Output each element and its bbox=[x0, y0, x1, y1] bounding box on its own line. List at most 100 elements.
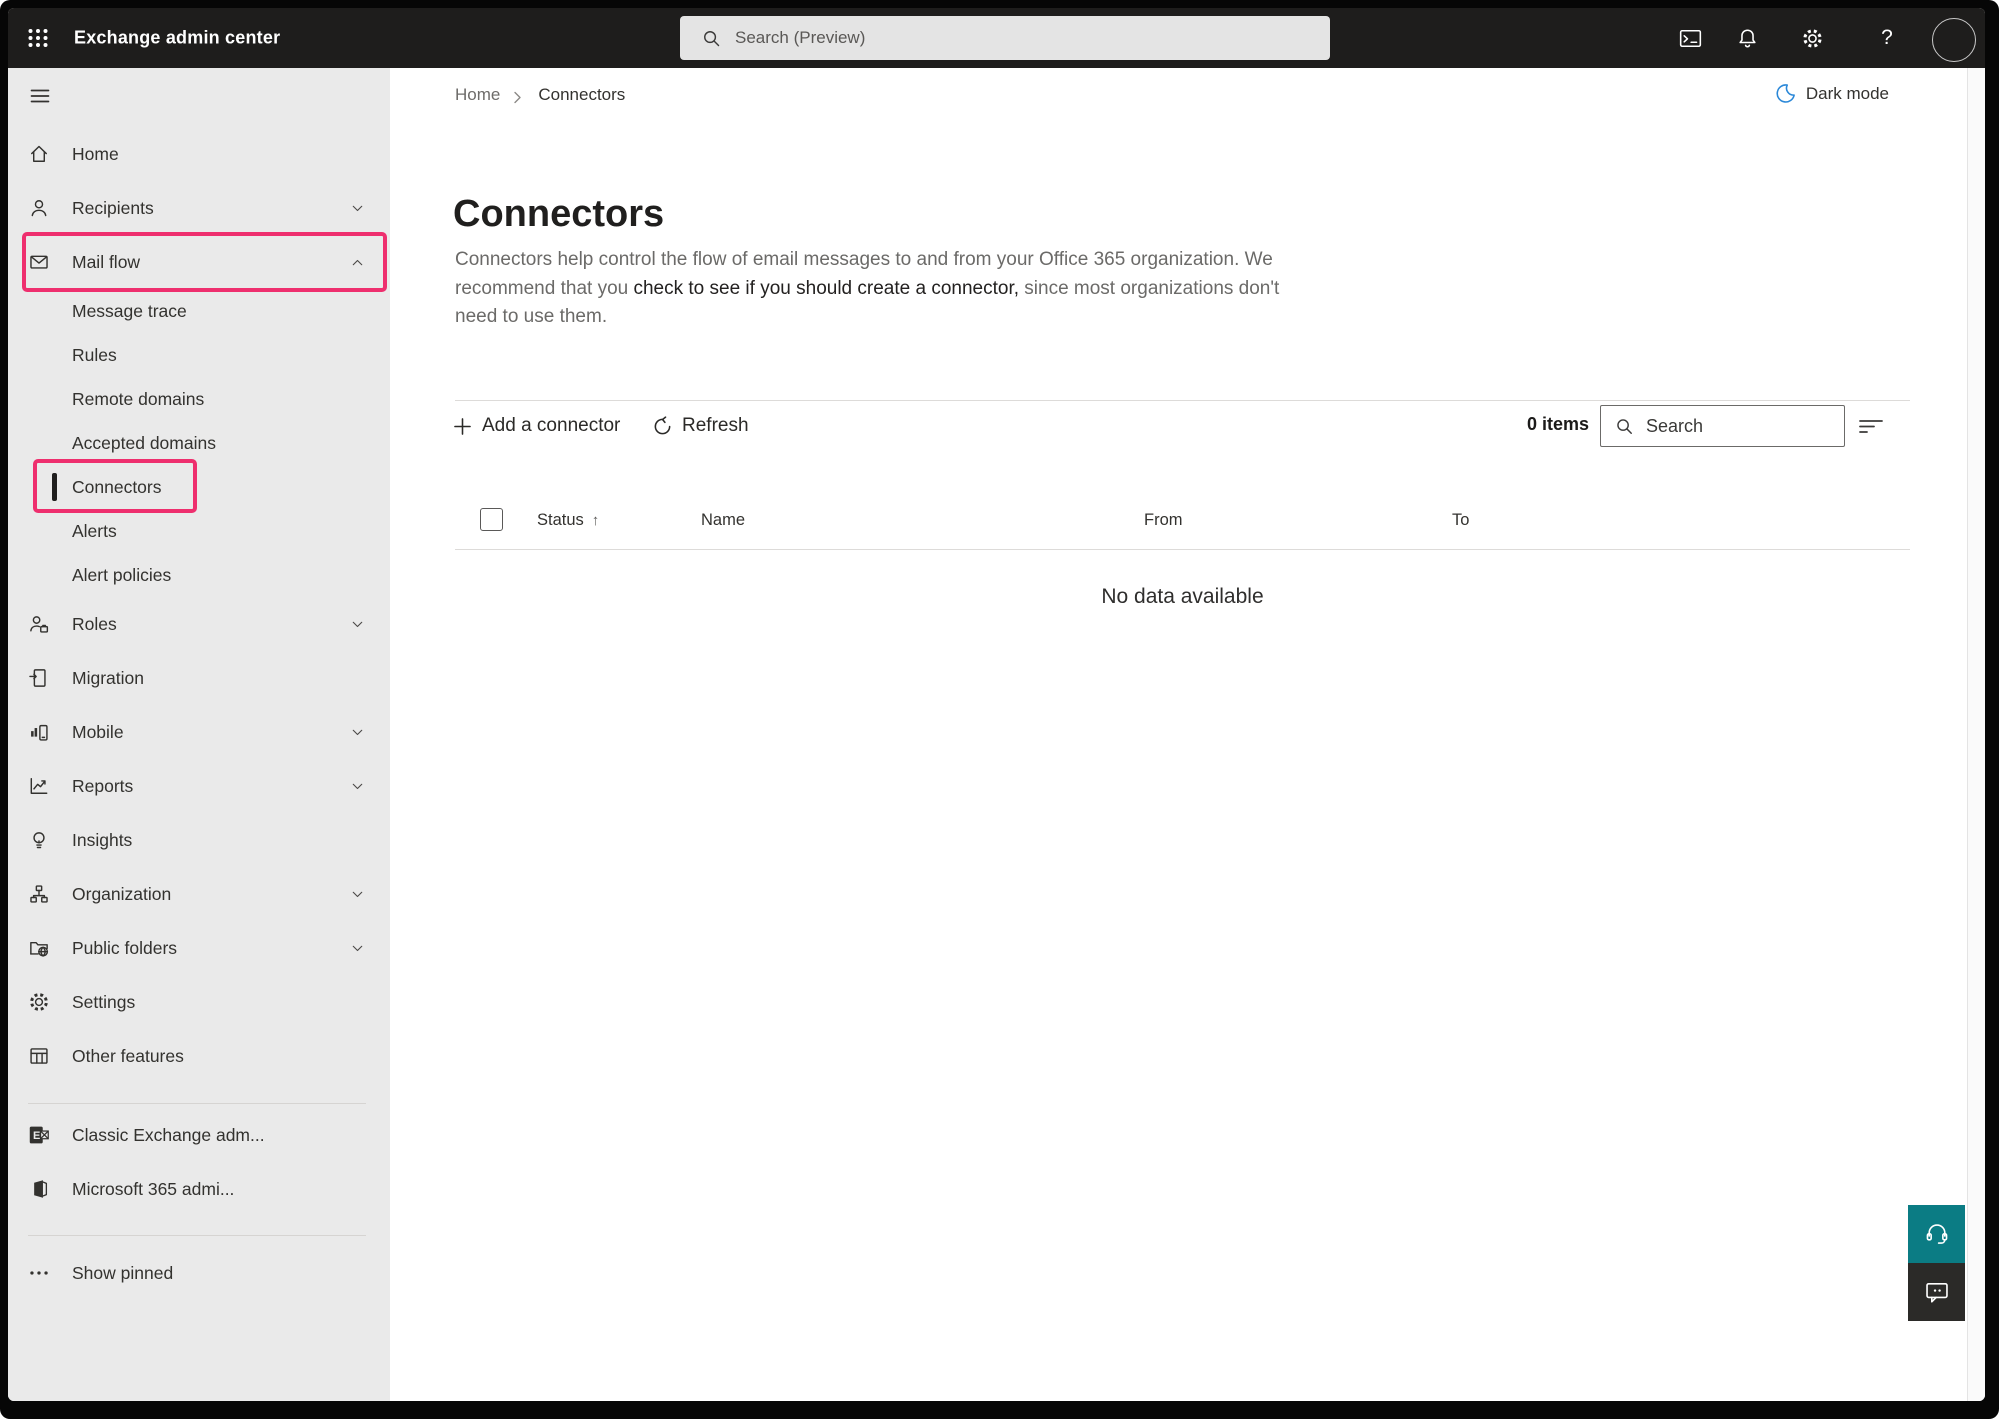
sidebar-item-rules[interactable]: Rules bbox=[8, 333, 390, 377]
add-connector-button[interactable]: Add a connector bbox=[452, 406, 620, 446]
sidebar-item-reports[interactable]: Reports bbox=[8, 759, 390, 813]
sidebar-item-label: Settings bbox=[72, 992, 135, 1013]
settings-gear-icon[interactable] bbox=[1790, 8, 1834, 68]
sidebar-item-microsoft-365-admi[interactable]: Microsoft 365 admi... bbox=[8, 1162, 390, 1216]
breadcrumb-home-link[interactable]: Home bbox=[455, 85, 500, 105]
other-features-icon bbox=[28, 1045, 50, 1067]
sidebar-item-label: Roles bbox=[72, 614, 117, 635]
sidebar-item-settings[interactable]: Settings bbox=[8, 975, 390, 1029]
screenshot-frame: Exchange admin center Search (Preview) ? bbox=[0, 0, 1999, 1419]
gear-icon bbox=[28, 991, 50, 1013]
sidebar-item-classic-exchange-adm[interactable]: E Classic Exchange adm... bbox=[8, 1108, 390, 1162]
sidebar: Home Recipients Mail flow Message trace Rule… bbox=[8, 68, 390, 1401]
m365-icon bbox=[28, 1178, 50, 1200]
sidebar-item-home[interactable]: Home bbox=[8, 127, 390, 181]
headset-icon bbox=[1924, 1221, 1950, 1247]
sidebar-item-alert-policies[interactable]: Alert policies bbox=[8, 553, 390, 597]
chevron-down-icon bbox=[349, 886, 366, 903]
sidebar-item-migration[interactable]: Migration bbox=[8, 651, 390, 705]
sidebar-item-recipients[interactable]: Recipients bbox=[8, 181, 390, 235]
home-icon bbox=[28, 143, 50, 165]
sidebar-item-label: Home bbox=[72, 144, 119, 165]
sidebar-item-label: Alert policies bbox=[72, 565, 171, 586]
sidebar-item-label: Accepted domains bbox=[72, 433, 216, 454]
chevron-down-icon bbox=[349, 940, 366, 957]
column-header-status[interactable]: Status↑ bbox=[537, 511, 599, 530]
items-count: 0 items bbox=[1527, 414, 1589, 435]
app-launcher-icon[interactable] bbox=[26, 26, 50, 50]
sidebar-item-accepted-domains[interactable]: Accepted domains bbox=[8, 421, 390, 465]
sort-ascending-icon: ↑ bbox=[592, 512, 600, 529]
global-search-box[interactable]: Search (Preview) bbox=[680, 16, 1330, 60]
roles-icon bbox=[28, 613, 50, 635]
person-icon bbox=[28, 197, 50, 219]
sidebar-item-label: Classic Exchange adm... bbox=[72, 1125, 265, 1146]
sidebar-item-connectors[interactable]: Connectors bbox=[8, 465, 390, 509]
sidebar-item-other-features[interactable]: Other features bbox=[8, 1029, 390, 1083]
sidebar-item-label: Microsoft 365 admi... bbox=[72, 1179, 234, 1200]
sidebar-item-mobile[interactable]: Mobile bbox=[8, 705, 390, 759]
organization-icon bbox=[28, 883, 50, 905]
sidebar-item-organization[interactable]: Organization bbox=[8, 867, 390, 921]
column-header-name[interactable]: Name bbox=[701, 511, 745, 530]
column-header-to[interactable]: To bbox=[1452, 511, 1469, 530]
notifications-bell-icon[interactable] bbox=[1725, 8, 1769, 68]
table-search-box[interactable]: Search bbox=[1600, 405, 1845, 447]
sidebar-item-label: Migration bbox=[72, 668, 144, 689]
app-title: Exchange admin center bbox=[74, 28, 280, 49]
toolbar-divider bbox=[455, 400, 1910, 401]
feedback-button[interactable] bbox=[1908, 1263, 1965, 1321]
sidebar-item-label: Public folders bbox=[72, 938, 177, 959]
exchange-admin-center-window: Exchange admin center Search (Preview) ? bbox=[8, 8, 1985, 1401]
chevron-down-icon bbox=[349, 724, 366, 741]
sidebar-item-remote-domains[interactable]: Remote domains bbox=[8, 377, 390, 421]
support-button[interactable] bbox=[1908, 1205, 1965, 1263]
sidebar-item-message-trace[interactable]: Message trace bbox=[8, 289, 390, 333]
sidebar-item-show-pinned[interactable]: Show pinned bbox=[8, 1246, 390, 1300]
sidebar-item-alerts[interactable]: Alerts bbox=[8, 509, 390, 553]
main-content: Home Connectors Dark mode Connectors Con… bbox=[390, 68, 1967, 1401]
sidebar-item-mail-flow[interactable]: Mail flow bbox=[8, 235, 390, 289]
global-search-placeholder: Search (Preview) bbox=[735, 28, 865, 48]
select-all-checkbox[interactable] bbox=[480, 508, 503, 531]
sidebar-item-label: Reports bbox=[72, 776, 133, 797]
dark-mode-toggle[interactable]: Dark mode bbox=[1773, 82, 1889, 106]
chevron-down-icon bbox=[349, 616, 366, 633]
filter-icon[interactable] bbox=[1856, 415, 1886, 437]
breadcrumb: Home Connectors bbox=[455, 85, 625, 105]
sidebar-item-label: Connectors bbox=[72, 477, 162, 498]
create-connector-link[interactable]: check to see if you should create a conn… bbox=[633, 278, 1019, 299]
terminal-icon[interactable] bbox=[1668, 8, 1712, 68]
sidebar-item-insights[interactable]: Insights bbox=[8, 813, 390, 867]
sidebar-item-label: Organization bbox=[72, 884, 171, 905]
svg-text:E: E bbox=[33, 1130, 40, 1142]
chevron-right-icon bbox=[513, 89, 525, 102]
account-avatar[interactable] bbox=[1932, 18, 1976, 62]
sidebar-item-label: Show pinned bbox=[72, 1263, 173, 1284]
page-description: Connectors help control the flow of emai… bbox=[455, 246, 1306, 332]
sidebar-item-label: Recipients bbox=[72, 198, 154, 219]
chevron-down-icon bbox=[349, 200, 366, 217]
scrollbar[interactable] bbox=[1967, 68, 1985, 1401]
sidebar-item-label: Rules bbox=[72, 345, 117, 366]
sidebar-item-label: Mail flow bbox=[72, 252, 140, 273]
top-bar: Exchange admin center Search (Preview) ? bbox=[8, 8, 1985, 68]
public-folders-icon bbox=[28, 937, 50, 959]
search-icon bbox=[1615, 417, 1634, 436]
table-header-divider bbox=[455, 549, 1910, 550]
plus-icon bbox=[452, 416, 473, 437]
column-header-from[interactable]: From bbox=[1144, 511, 1183, 530]
sidebar-item-roles[interactable]: Roles bbox=[8, 597, 390, 651]
sidebar-item-public-folders[interactable]: Public folders bbox=[8, 921, 390, 975]
selection-indicator bbox=[52, 473, 57, 501]
moon-icon bbox=[1773, 82, 1797, 106]
sidebar-divider bbox=[28, 1103, 366, 1104]
refresh-icon bbox=[652, 416, 673, 437]
help-icon[interactable]: ? bbox=[1865, 8, 1909, 68]
reports-icon bbox=[28, 775, 50, 797]
hamburger-icon[interactable] bbox=[28, 84, 52, 108]
sidebar-item-label: Mobile bbox=[72, 722, 124, 743]
sidebar-item-label: Insights bbox=[72, 830, 132, 851]
refresh-button[interactable]: Refresh bbox=[652, 406, 749, 446]
insights-icon bbox=[28, 829, 50, 851]
